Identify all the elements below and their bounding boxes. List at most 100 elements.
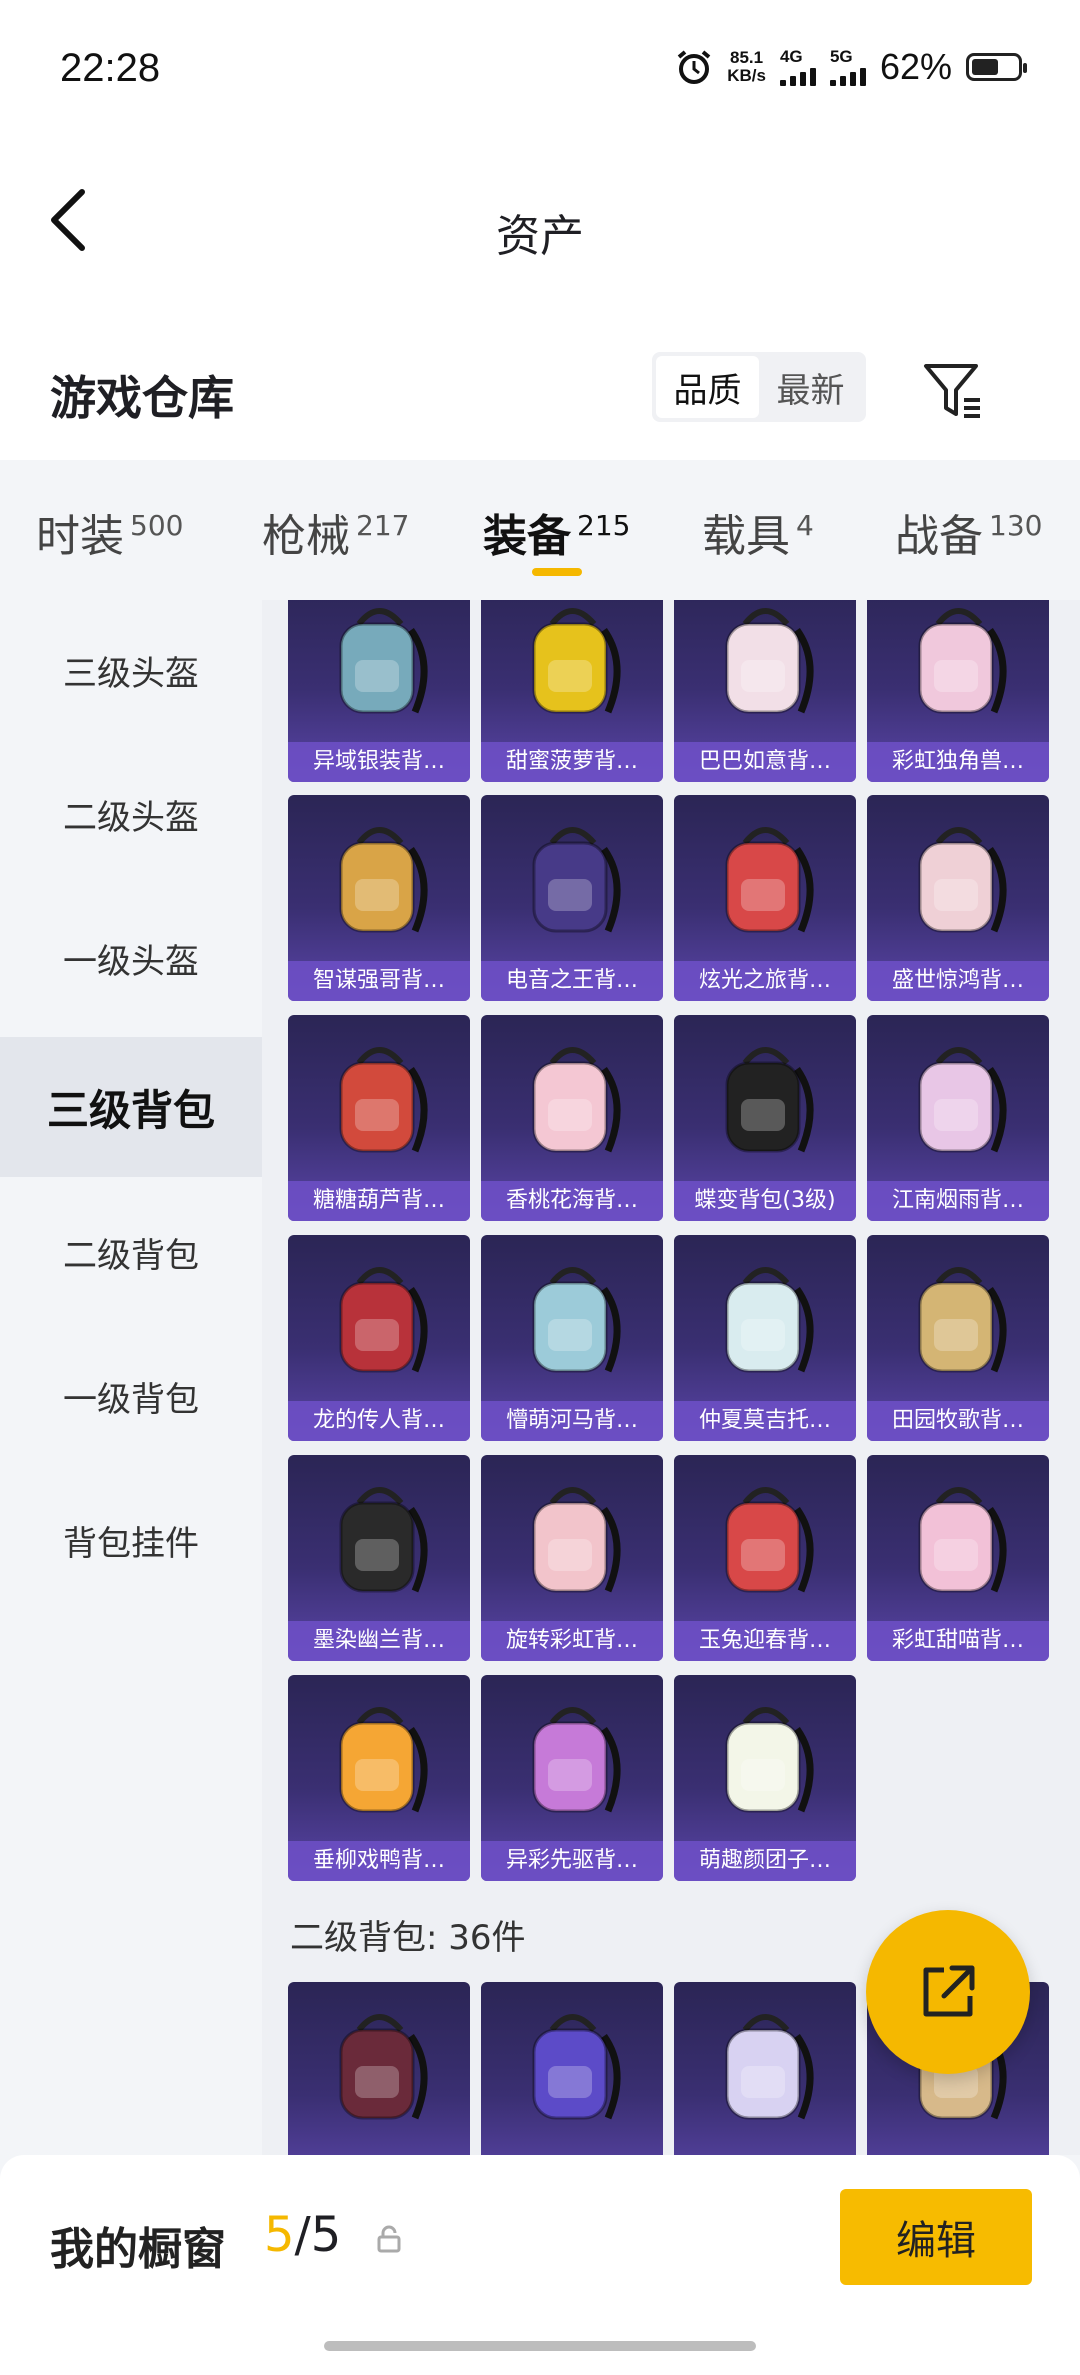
filter-icon[interactable] bbox=[920, 358, 986, 424]
backpack-item-card[interactable]: 盛世惊鸿背… bbox=[867, 795, 1049, 1001]
backpack-item-card[interactable]: 糖糖葫芦背… bbox=[288, 1015, 470, 1221]
section-title: 游戏仓库 bbox=[50, 371, 234, 425]
backpack-image bbox=[288, 600, 470, 742]
subcategory-sidebar: 三级头盔 二级头盔 一级头盔 三级背包 二级背包 一级背包 背包挂件 bbox=[0, 600, 262, 2155]
edit-button[interactable]: 编辑 bbox=[840, 2189, 1032, 2285]
backpack-item-card[interactable]: 懵萌河马背… bbox=[481, 1235, 663, 1441]
sort-latest-button[interactable]: 最新 bbox=[759, 356, 862, 418]
backpack-image bbox=[481, 1455, 663, 1621]
backpack-image bbox=[288, 1982, 470, 2148]
showcase-bar: 我的橱窗 5/5 编辑 bbox=[0, 2155, 1080, 2375]
backpack-image bbox=[481, 1982, 663, 2148]
lv2-backpack-item-card[interactable] bbox=[481, 1982, 663, 2155]
nav-bar: 资产 bbox=[0, 140, 1080, 310]
backpack-image bbox=[481, 600, 663, 742]
backpack-image bbox=[288, 1455, 470, 1621]
backpack-image bbox=[867, 1015, 1049, 1181]
showcase-label: 我的橱窗 bbox=[50, 2224, 226, 2275]
backpack-image bbox=[867, 795, 1049, 961]
item-name: 懵萌河马背… bbox=[481, 1401, 663, 1441]
sidebar-item-lv2-backpack[interactable]: 二级背包 bbox=[0, 1182, 262, 1322]
backpack-item-card[interactable]: 彩虹甜喵背… bbox=[867, 1455, 1049, 1661]
item-name: 异彩先驱背… bbox=[481, 1841, 663, 1881]
backpack-image bbox=[674, 1235, 856, 1401]
page-title: 资产 bbox=[496, 211, 584, 262]
signal-4g: 4G bbox=[779, 48, 816, 86]
backpack-item-card[interactable]: 旋转彩虹背… bbox=[481, 1455, 663, 1661]
backpack-image bbox=[867, 600, 1049, 742]
item-name: 异域银装背… bbox=[288, 742, 470, 782]
group-title-lv2-backpack: 二级背包: 36件 bbox=[290, 1918, 526, 1958]
item-name: 彩虹独角兽… bbox=[867, 742, 1049, 782]
backpack-image bbox=[867, 1235, 1049, 1401]
item-name: 仲夏莫吉托… bbox=[674, 1401, 856, 1441]
lv2-backpack-item-card[interactable] bbox=[288, 1982, 470, 2155]
backpack-item-card[interactable]: 仲夏莫吉托… bbox=[674, 1235, 856, 1441]
showcase-count: 5/5 bbox=[264, 2207, 342, 2263]
tab-equipment[interactable]: 装备 215 bbox=[483, 500, 630, 564]
backpack-image bbox=[481, 795, 663, 961]
item-name: 糖糖葫芦背… bbox=[288, 1181, 470, 1221]
backpack-item-card[interactable]: 江南烟雨背… bbox=[867, 1015, 1049, 1221]
lock-icon bbox=[377, 2225, 401, 2253]
backpack-item-card[interactable]: 电音之王背… bbox=[481, 795, 663, 1001]
item-name: 萌趣颜团子… bbox=[674, 1841, 856, 1881]
backpack-item-card[interactable]: 龙的传人背… bbox=[288, 1235, 470, 1441]
tab-weapons[interactable]: 枪械 217 bbox=[262, 500, 409, 564]
signal-5g: 5G bbox=[829, 48, 866, 86]
backpack-item-card[interactable]: 异彩先驱背… bbox=[481, 1675, 663, 1881]
lv2-backpack-item-card[interactable] bbox=[674, 1982, 856, 2155]
item-name: 玉兔迎春背… bbox=[674, 1621, 856, 1661]
backpack-image bbox=[674, 1455, 856, 1621]
category-tabs: 时装 500 枪械 217 装备 215 载具 4 战备 130 bbox=[0, 460, 1080, 600]
item-name: 旋转彩虹背… bbox=[481, 1621, 663, 1661]
backpack-image bbox=[674, 1675, 856, 1841]
item-name: 智谋强哥背… bbox=[288, 961, 470, 1001]
sidebar-item-lv2-helmet[interactable]: 二级头盔 bbox=[0, 744, 262, 884]
backpack-item-card[interactable]: 炫光之旅背… bbox=[674, 795, 856, 1001]
backpack-item-card[interactable]: 彩虹独角兽… bbox=[867, 600, 1049, 782]
item-name: 田园牧歌背… bbox=[867, 1401, 1049, 1441]
backpack-image bbox=[674, 600, 856, 742]
sidebar-item-lv1-backpack[interactable]: 一级背包 bbox=[0, 1326, 262, 1466]
item-name: 巴巴如意背… bbox=[674, 742, 856, 782]
backpack-image bbox=[867, 1455, 1049, 1621]
backpack-item-card[interactable]: 萌趣颜团子… bbox=[674, 1675, 856, 1881]
backpack-image bbox=[674, 795, 856, 961]
backpack-image bbox=[481, 1675, 663, 1841]
backpack-item-card[interactable]: 香桃花海背… bbox=[481, 1015, 663, 1221]
battery-icon bbox=[966, 53, 1027, 81]
sidebar-item-backpack-charm[interactable]: 背包挂件 bbox=[0, 1470, 262, 1610]
clock: 22:28 bbox=[60, 46, 161, 90]
backpack-image bbox=[674, 1015, 856, 1181]
item-name: 盛世惊鸿背… bbox=[867, 961, 1049, 1001]
sidebar-item-lv3-backpack[interactable]: 三级背包 bbox=[0, 1037, 262, 1177]
sort-toggle: 品质 最新 bbox=[652, 352, 866, 422]
item-name: 垂柳戏鸭背… bbox=[288, 1841, 470, 1881]
backpack-item-card[interactable]: 巴巴如意背… bbox=[674, 600, 856, 782]
backpack-item-card[interactable]: 墨染幽兰背… bbox=[288, 1455, 470, 1661]
sidebar-item-lv1-helmet[interactable]: 一级头盔 bbox=[0, 888, 262, 1028]
status-icons: 85.1 KB/s 4G 5G 62% bbox=[675, 46, 1027, 88]
backpack-image bbox=[288, 795, 470, 961]
backpack-item-card[interactable]: 田园牧歌背… bbox=[867, 1235, 1049, 1441]
tab-supplies[interactable]: 战备 130 bbox=[895, 500, 1042, 564]
backpack-item-card[interactable]: 玉兔迎春背… bbox=[674, 1455, 856, 1661]
item-name: 甜蜜菠萝背… bbox=[481, 742, 663, 782]
share-button[interactable] bbox=[866, 1910, 1030, 2074]
backpack-image bbox=[288, 1235, 470, 1401]
item-name: 香桃花海背… bbox=[481, 1181, 663, 1221]
backpack-item-card[interactable]: 蝶变背包(3级) bbox=[674, 1015, 856, 1221]
backpack-item-card[interactable]: 异域银装背… bbox=[288, 600, 470, 782]
item-name: 墨染幽兰背… bbox=[288, 1621, 470, 1661]
warehouse-header: 游戏仓库 品质 最新 bbox=[0, 310, 1080, 460]
sort-quality-button[interactable]: 品质 bbox=[656, 356, 759, 418]
sidebar-item-lv3-helmet[interactable]: 三级头盔 bbox=[0, 600, 262, 740]
tab-fashion[interactable]: 时装 500 bbox=[36, 500, 183, 564]
backpack-item-card[interactable]: 智谋强哥背… bbox=[288, 795, 470, 1001]
status-bar: 22:28 85.1 KB/s 4G 5G 62% bbox=[0, 0, 1080, 140]
backpack-image bbox=[288, 1015, 470, 1181]
backpack-item-card[interactable]: 甜蜜菠萝背… bbox=[481, 600, 663, 782]
tab-vehicles[interactable]: 载具 4 bbox=[702, 500, 814, 564]
backpack-item-card[interactable]: 垂柳戏鸭背… bbox=[288, 1675, 470, 1881]
